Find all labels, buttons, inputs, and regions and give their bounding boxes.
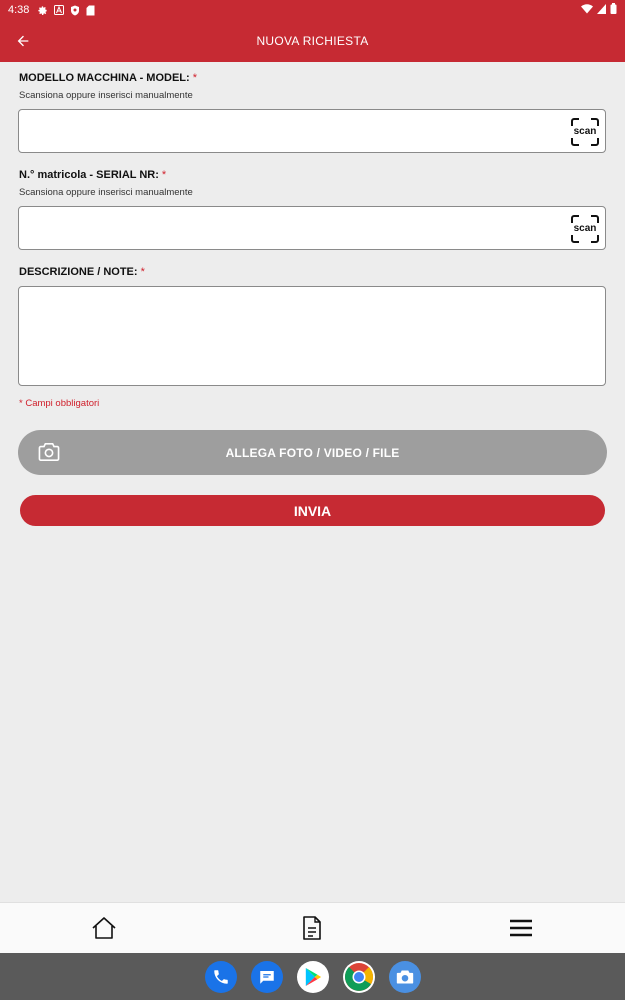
- battery-icon: [610, 3, 617, 17]
- home-icon: [92, 917, 116, 939]
- back-button[interactable]: [12, 30, 34, 52]
- serial-input[interactable]: scan: [18, 206, 606, 250]
- status-icons: [37, 5, 95, 16]
- required-mark: *: [192, 72, 197, 84]
- serial-scan-button[interactable]: scan: [571, 215, 599, 243]
- send-button[interactable]: INVIA: [20, 495, 605, 526]
- serial-label: N.° matricola - SERIAL NR: *: [19, 169, 167, 181]
- required-fields-note: * Campi obbligatori: [19, 398, 100, 409]
- dock-messages[interactable]: [250, 960, 283, 993]
- signal-icon: [597, 3, 606, 17]
- dock-camera[interactable]: [388, 960, 421, 993]
- chrome-icon: [344, 962, 373, 991]
- dock-play-store[interactable]: [296, 960, 329, 993]
- phone-icon: [213, 969, 228, 984]
- status-bar: 4:38: [0, 0, 625, 20]
- arrow-left-icon: [17, 35, 29, 47]
- attach-label: ALLEGA FOTO / VIDEO / FILE: [225, 445, 400, 460]
- settings-icon: [37, 5, 48, 16]
- serial-hint: Scansiona oppure inserisci manualmente: [19, 187, 193, 198]
- bottom-nav: [0, 902, 625, 953]
- menu-icon: [510, 919, 532, 937]
- scan-text: scan: [573, 223, 597, 234]
- sd-card-icon: [86, 5, 95, 16]
- model-scan-button[interactable]: scan: [571, 118, 599, 146]
- screen: 4:38 NUOVA RICHIESTA MODELLO MACCHINA - …: [0, 0, 625, 1000]
- nav-home[interactable]: [91, 915, 117, 941]
- nav-documents[interactable]: [300, 915, 326, 941]
- wifi-icon: [581, 3, 593, 17]
- status-time: 4:38: [8, 4, 30, 16]
- camera-icon: [38, 443, 60, 461]
- scan-text: scan: [573, 126, 597, 137]
- dock-phone[interactable]: [204, 960, 237, 993]
- dock-chrome[interactable]: [342, 960, 375, 993]
- camera-icon: [396, 969, 413, 984]
- status-right: [581, 3, 617, 17]
- model-hint: Scansiona oppure inserisci manualmente: [19, 90, 193, 101]
- messages-icon: [259, 970, 274, 984]
- model-input[interactable]: scan: [18, 109, 606, 153]
- required-mark: *: [140, 266, 145, 278]
- a-notification-icon: [54, 5, 65, 15]
- system-dock: [0, 953, 625, 1000]
- play-store-icon: [305, 967, 321, 986]
- document-icon: [303, 916, 321, 940]
- required-mark: *: [161, 169, 167, 181]
- nav-menu[interactable]: [508, 915, 534, 941]
- page-title: NUOVA RICHIESTA: [256, 34, 369, 48]
- description-label: DESCRIZIONE / NOTE: *: [19, 266, 145, 278]
- description-textarea[interactable]: [18, 286, 606, 386]
- attach-button[interactable]: ALLEGA FOTO / VIDEO / FILE: [18, 430, 607, 475]
- app-bar: NUOVA RICHIESTA: [0, 20, 625, 62]
- model-label: MODELLO MACCHINA - MODEL: *: [19, 72, 197, 84]
- shield-icon: [70, 5, 80, 16]
